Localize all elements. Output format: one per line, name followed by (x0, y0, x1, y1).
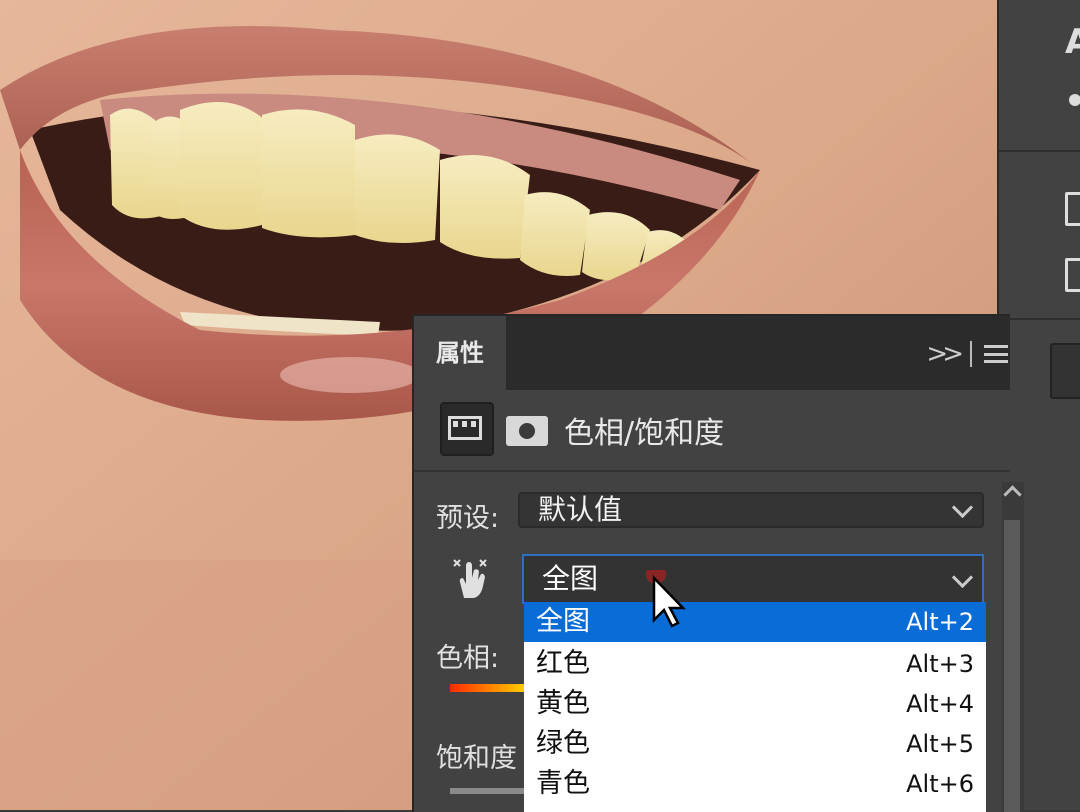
saturation-label: 饱和度 (436, 743, 517, 774)
panel-tabbar: 属性 >> (414, 316, 1010, 390)
hue-label: 色相: (436, 643, 500, 674)
tab-properties[interactable]: 属性 (414, 316, 506, 390)
dropdown-option[interactable]: 全图 Alt+2 (524, 602, 986, 642)
preset-select[interactable]: 默认值 (518, 492, 984, 528)
panel-scrollbar[interactable] (1002, 482, 1024, 812)
chevron-down-icon (951, 496, 974, 519)
toolbar-divider (970, 341, 972, 367)
adjustment-layer-button[interactable] (440, 402, 494, 456)
document-icon[interactable] (1065, 258, 1080, 292)
scroll-thumb[interactable] (1004, 520, 1020, 812)
targeted-adjustment-hand-icon[interactable] (450, 556, 494, 602)
dropdown-option[interactable]: 红色 Alt+3 (524, 644, 986, 684)
saturation-slider-track[interactable] (450, 788, 524, 794)
preset-label: 预设: (436, 503, 500, 534)
dropdown-option[interactable]: 青色 Alt+6 (524, 764, 986, 804)
dropdown-option[interactable]: 绿色 Alt+5 (524, 724, 986, 764)
dropdown-option[interactable]: 黄色 Alt+4 (524, 684, 986, 724)
panel-divider (999, 150, 1080, 152)
layer-thumbnail-icon[interactable] (1050, 343, 1080, 399)
scroll-up-icon[interactable] (1003, 485, 1022, 504)
properties-panel: 属性 >> 色相/饱和度 预设: 默认值 全图 色相: 饱和度 全图 Alt+2… (412, 314, 1024, 812)
adjustment-title: 色相/饱和度 (564, 416, 725, 451)
character-panel-letter[interactable]: A (1065, 22, 1080, 62)
edit-range-dropdown: 全图 Alt+2 红色 Alt+3 黄色 Alt+4 绿色 Alt+5 青色 A… (524, 602, 986, 812)
radio-dot-icon[interactable] (1069, 94, 1080, 106)
document-icon[interactable] (1065, 192, 1080, 226)
mouse-cursor-icon (646, 570, 686, 628)
panel-divider (999, 318, 1080, 320)
panel-menu-icon[interactable] (984, 345, 1008, 363)
filmstrip-icon (448, 416, 482, 440)
edit-range-value: 全图 (542, 562, 599, 595)
edit-range-select[interactable]: 全图 (522, 554, 984, 604)
collapse-chevron-icon[interactable]: >> (926, 339, 963, 369)
panel-tools: >> (926, 334, 1010, 374)
chevron-down-icon (951, 566, 974, 589)
preset-value: 默认值 (538, 493, 623, 526)
layer-mask-button[interactable] (506, 416, 548, 446)
hue-gradient-bar (450, 684, 524, 692)
adjustment-header: 色相/饱和度 (414, 390, 1010, 472)
